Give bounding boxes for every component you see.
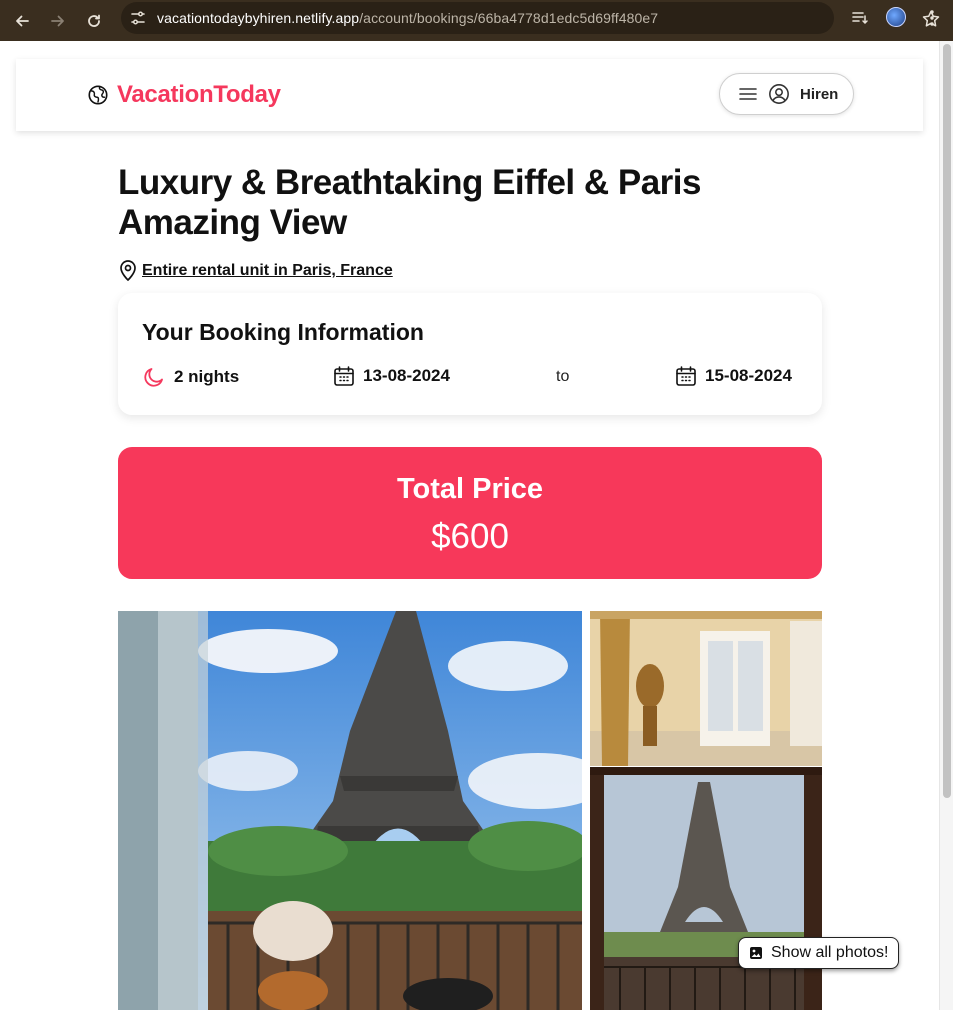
user-name: Hiren [800, 85, 839, 103]
url-text: vacationtodaybyhiren.netlify.app/account… [157, 10, 659, 26]
moon-icon [144, 368, 163, 387]
user-circle-icon [769, 84, 789, 104]
map-pin-icon [120, 260, 136, 282]
forward-button[interactable] [44, 7, 72, 35]
browser-toolbar: vacationtodaybyhiren.netlify.app/account… [0, 0, 953, 41]
check-out-info: 15-08-2024 [675, 365, 792, 387]
photo-icon [750, 947, 762, 959]
nights-info: 2 nights [142, 365, 239, 389]
page-title: Luxury & Breathtaking Eiffel & Paris Ama… [118, 163, 701, 242]
globe-icon [88, 85, 108, 105]
reading-list-icon[interactable] [850, 8, 870, 28]
hamburger-icon [739, 88, 757, 100]
total-price-card: Total Price $600 [118, 447, 822, 579]
total-price-label: Total Price [396, 473, 544, 505]
kebab-menu-icon[interactable] [922, 8, 942, 28]
main-photo[interactable] [118, 611, 582, 1010]
window-eiffel-photo[interactable] [590, 767, 822, 1010]
user-menu-button[interactable]: Hiren [719, 73, 854, 115]
address-bar[interactable]: vacationtodaybyhiren.netlify.app/account… [121, 2, 940, 34]
logo-text: VacationToday [117, 81, 281, 108]
gilded-room-photo [590, 611, 822, 766]
show-all-photos-button[interactable]: Show all photos! [738, 937, 899, 969]
arrow-left-icon [16, 15, 29, 27]
scrollbar-thumb[interactable] [943, 44, 951, 798]
location-text: Entire rental unit in Paris, France [142, 262, 393, 279]
site-header: VacationToday Hiren [16, 59, 923, 131]
nights-text: 2 nights [174, 367, 240, 386]
check-in-info: 13-08-2024 [333, 365, 450, 387]
check-out-date: 15-08-2024 [705, 366, 792, 385]
reload-icon [88, 14, 100, 27]
calendar-icon [676, 366, 696, 386]
interior-photo[interactable] [590, 611, 822, 766]
location-link[interactable]: Entire rental unit in Paris, France [118, 260, 393, 282]
total-price-value: $600 [431, 517, 509, 556]
date-separator: to [556, 368, 570, 385]
calendar-icon [334, 366, 354, 386]
scrollbar[interactable] [939, 41, 953, 1010]
back-button[interactable] [8, 7, 36, 35]
booking-info-card: Your Booking Information 2 nights 13-08-… [118, 293, 822, 415]
eiffel-window-photo [590, 767, 822, 1010]
site-info-icon[interactable] [129, 9, 147, 27]
show-all-photos-label: Show all photos! [771, 944, 889, 961]
reload-button[interactable] [80, 7, 108, 35]
profile-avatar[interactable] [886, 7, 906, 27]
logo-link[interactable]: VacationToday [87, 81, 281, 109]
check-in-date: 13-08-2024 [363, 366, 450, 385]
eiffel-balcony-photo [118, 611, 582, 1010]
arrow-right-icon [51, 15, 64, 27]
booking-heading: Your Booking Information [142, 319, 424, 345]
